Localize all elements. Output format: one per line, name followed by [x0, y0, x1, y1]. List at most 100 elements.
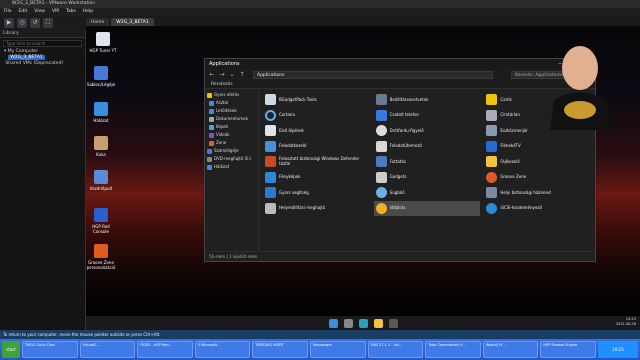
app-item[interactable]: Csatolt telefon — [374, 108, 481, 124]
library-search-input[interactable]: Type here to search — [3, 40, 82, 47]
star-icon — [207, 92, 212, 98]
snapshot-icon[interactable]: ◷ — [17, 18, 27, 28]
desktop-icon[interactable]: Kuka — [86, 136, 116, 157]
store-icon[interactable] — [388, 318, 398, 328]
windows-start-icon[interactable] — [328, 318, 338, 328]
menu-tabs[interactable]: Tabs — [66, 8, 76, 16]
gadget-icon — [265, 94, 276, 106]
nav-network[interactable]: Hálózat — [205, 163, 258, 171]
address-input[interactable]: Applications — [253, 70, 493, 79]
taskbar-item[interactable]: OBS 27.1.3 - Vol... — [367, 341, 424, 358]
app-item[interactable]: Fájlkezelő — [484, 154, 591, 170]
app-item[interactable]: FilmekéTV — [484, 139, 591, 155]
menu-view[interactable]: View — [34, 8, 45, 16]
nav-documents[interactable]: Dokumentumok — [205, 115, 258, 123]
desktop-icon[interactable]: Hálózat — [86, 102, 116, 123]
policy-icon — [486, 187, 498, 199]
taskbar-item[interactable]: FIDSS - HSP Red... — [137, 341, 193, 358]
search-icon[interactable] — [343, 318, 353, 328]
start-button[interactable]: start — [2, 341, 20, 358]
run-icon — [375, 156, 387, 168]
app-item[interactable]: Súgbóó — [374, 185, 481, 201]
app-item[interactable]: Gyors segítség — [263, 185, 370, 201]
app-item[interactable]: Feladatkezelő — [263, 139, 370, 155]
up-icon[interactable]: ↑ — [239, 71, 245, 78]
app-item[interactable]: Felosztott biztonsági Windows Defender t… — [263, 154, 370, 170]
nav-downloads[interactable]: Letöltések — [205, 107, 258, 115]
app-item[interactable]: Beállítássesetvetek — [374, 92, 481, 108]
forward-icon[interactable]: → — [219, 71, 225, 78]
console-icon — [94, 208, 108, 222]
fullscreen-icon[interactable]: ⛶ — [43, 18, 53, 28]
taskbar-item[interactable]: Total Commander 9... — [425, 341, 481, 358]
nav-desktop[interactable]: Asztal — [205, 99, 258, 107]
chevron-down-icon[interactable]: ⌄ — [229, 71, 235, 78]
phone-icon — [375, 109, 387, 121]
library-item-shared[interactable]: Shared VMs (Deprecated) — [0, 61, 85, 67]
taskbar-item[interactable]: VirtualC... — [79, 341, 136, 358]
library-item-label: W2G_3_BETA1 — [8, 55, 45, 60]
recovery-drive-icon — [265, 202, 276, 214]
app-item[interactable]: Fényképek — [263, 170, 370, 186]
library-item-label: Shared VMs (Deprecated) — [5, 61, 64, 66]
nav-pictures[interactable]: Képek — [205, 123, 258, 131]
nav-quick-access[interactable]: Gyors elérés — [205, 91, 258, 99]
taskbar-item[interactable]: iNwnd] IV ... — [482, 341, 539, 358]
library-panel: Library Type here to search ▾ My Compute… — [0, 30, 86, 330]
app-item[interactable]: Futtatás — [374, 154, 481, 170]
play-icon[interactable]: ▶ — [4, 18, 14, 28]
computer-icon — [207, 148, 212, 154]
app-item[interactable]: iSCSI-kezdeményező — [484, 201, 591, 217]
clock-icon — [375, 125, 387, 137]
app-item[interactable]: Cortana — [263, 108, 370, 124]
app-label: FilmekéTV — [500, 143, 521, 148]
app-item[interactable]: Helyreállítási meghajtó — [263, 201, 370, 217]
taskbar-item[interactable]: 3 Microsoft... — [194, 341, 251, 358]
app-item[interactable]: Első lépések — [263, 123, 370, 139]
weather-icon — [375, 202, 387, 214]
app-item[interactable]: BGadgetPack Tools — [263, 92, 370, 108]
nav-videos[interactable]: Videók — [205, 131, 258, 139]
host-status-text: To return to your computer, move the mou… — [3, 332, 161, 337]
app-item[interactable]: Gadgets — [374, 170, 481, 186]
nav-dvd[interactable]: DVD-meghajtó (E:) — [205, 155, 258, 163]
app-item[interactable]: Feladatütemező — [374, 139, 481, 155]
folder-icon[interactable] — [373, 318, 383, 328]
app-label: Gadgets — [389, 174, 407, 179]
nav-music[interactable]: Zene — [205, 139, 258, 147]
network-icon — [94, 102, 108, 116]
sort-button[interactable]: Rendezés — [211, 82, 233, 87]
app-item-selected[interactable]: Időjárás — [373, 200, 481, 216]
webcam-overlay — [550, 46, 612, 130]
guest-date: 2021.08.28 — [615, 322, 636, 326]
shirt-logo-shape — [564, 101, 596, 119]
back-icon[interactable]: ← — [209, 71, 215, 78]
download-icon — [209, 108, 214, 114]
app-item[interactable]: Helyi biztonsági házirend — [484, 185, 591, 201]
desktop-icon[interactable]: HGP Tuner YT — [88, 32, 118, 53]
music-icon — [209, 140, 214, 146]
taskbar-item[interactable]: TMGDIAG WDRT — [252, 341, 308, 358]
host-taskbar: start TMGC Guild Chat VirtualC... FIDSS … — [0, 339, 640, 360]
menu-edit[interactable]: Edit — [19, 8, 28, 16]
taskbar-item[interactable]: HSP Stream Engine — [540, 341, 596, 358]
taskbar-item[interactable]: TMGC Guild Chat — [22, 341, 78, 358]
app-item[interactable]: Groove Zene — [484, 170, 591, 186]
desktop-icon[interactable]: Vezérlőpult — [86, 170, 116, 191]
edge-icon[interactable] — [358, 318, 368, 328]
desktop-icon[interactable]: Sablon/Légéje — [86, 66, 116, 87]
app-label: Időjárás — [389, 205, 406, 210]
library-item-label: My Computer — [7, 49, 39, 54]
globe-icon — [486, 202, 498, 214]
app-item[interactable]: Drótfordu-figyelő — [374, 123, 481, 139]
revert-icon[interactable]: ↺ — [30, 18, 40, 28]
desktop-icon[interactable]: Groove Zene personalizáció — [86, 244, 116, 270]
menu-help[interactable]: Help — [83, 8, 93, 16]
nav-this-pc[interactable]: Szám/légéje — [205, 147, 258, 155]
cortana-icon — [265, 109, 276, 121]
menu-vm[interactable]: VM — [52, 8, 59, 16]
app-label: Fényképek — [279, 174, 301, 179]
taskbar-item[interactable]: Messenger — [309, 341, 366, 358]
desktop-icon[interactable]: HGP Red Console — [86, 208, 116, 234]
menu-file[interactable]: File — [4, 8, 12, 16]
